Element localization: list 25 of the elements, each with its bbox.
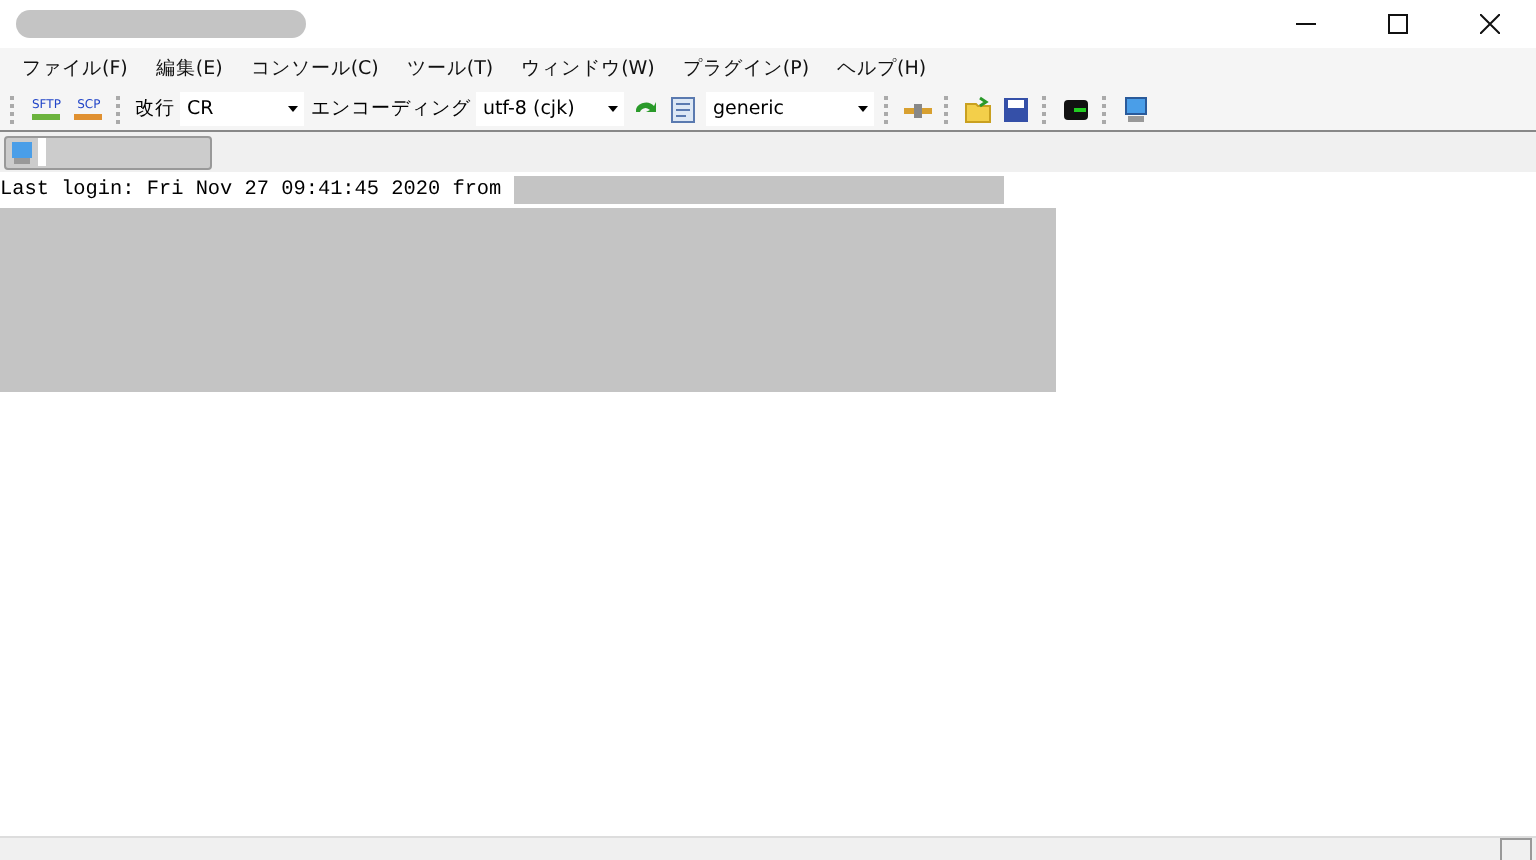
save-icon[interactable] (1000, 93, 1033, 125)
terminal-type-dropdown[interactable]: generic (706, 92, 875, 126)
caret-icon (608, 106, 619, 112)
resize-grip[interactable] (1500, 838, 1532, 860)
newline-label: 改行 (134, 96, 175, 122)
close-icon[interactable] (1480, 14, 1500, 34)
menu-item[interactable]: ファイル(F) (8, 55, 142, 81)
session-tab[interactable] (4, 135, 212, 169)
document-icon[interactable] (668, 93, 701, 125)
encoding-dropdown[interactable]: utf-8 (cjk) (476, 92, 625, 126)
maximize-icon[interactable] (1388, 14, 1408, 34)
computer-icon (6, 138, 38, 166)
menu-item[interactable]: 編集(E) (141, 55, 237, 81)
menu-item[interactable]: プラグイン(P) (668, 55, 824, 81)
menu-item[interactable]: コンソール(C) (236, 55, 393, 81)
terminal-line: Last login: Fri Nov 27 09:41:45 2020 from (0, 179, 504, 201)
computer-icon[interactable] (1120, 93, 1153, 125)
newline-dropdown[interactable]: CR (180, 92, 305, 126)
encoding-label: エンコーディング (310, 96, 471, 122)
caret-icon (288, 106, 299, 112)
caret-icon (858, 106, 869, 112)
menu-item[interactable]: ツール(T) (392, 55, 508, 81)
menu-item[interactable]: ヘルプ(H) (823, 55, 941, 81)
menu-item[interactable]: ウィンドウ(W) (507, 55, 669, 81)
folder-icon[interactable] (962, 93, 995, 125)
